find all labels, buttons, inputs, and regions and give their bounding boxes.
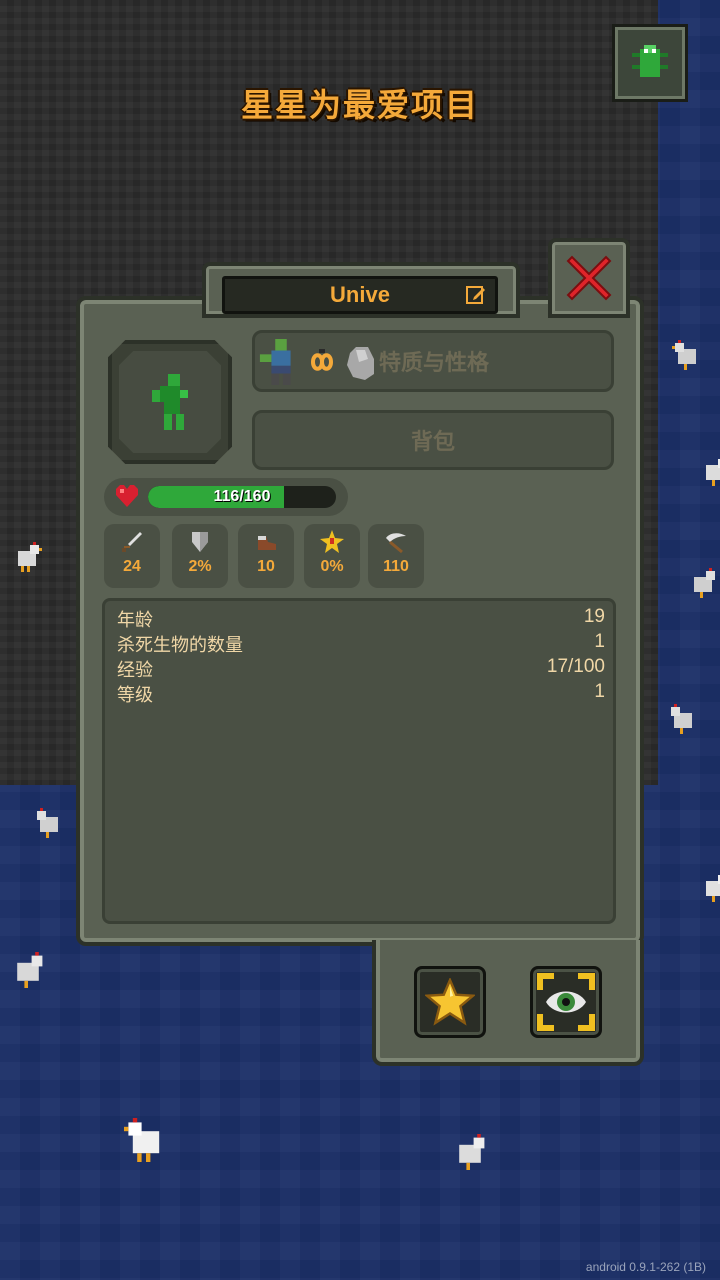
- selected-creature-button[interactable]: [612, 24, 688, 102]
- chicken-icon[interactable]: [672, 340, 702, 370]
- close-button[interactable]: [548, 238, 630, 318]
- info-row-kills: 杀死生物的数量 1: [117, 631, 605, 656]
- info-row-level: 等级 1: [117, 681, 605, 706]
- stat-armor[interactable]: 2%: [172, 524, 228, 588]
- info-label: 杀死生物的数量: [117, 635, 243, 656]
- favorite-star-button[interactable]: [414, 966, 486, 1038]
- chicken-icon[interactable]: [124, 1118, 168, 1162]
- stat-damage[interactable]: 24: [104, 524, 160, 588]
- traits-label: 特质与性格: [379, 350, 490, 376]
- unit-avatar-icon: [152, 374, 188, 430]
- stone-icon: [347, 347, 374, 380]
- stat-value: 10: [257, 558, 275, 575]
- backpack-button[interactable]: 背包: [252, 410, 614, 470]
- chicken-icon[interactable]: [688, 568, 718, 598]
- infinity-icon: [310, 349, 334, 371]
- critical-star-icon: [320, 530, 344, 553]
- stat-critical[interactable]: 0%: [304, 524, 360, 588]
- close-icon: [566, 255, 612, 301]
- star-icon: [425, 978, 475, 1026]
- health-bar: 116/160: [148, 486, 336, 508]
- green-bug-icon: [632, 45, 668, 77]
- follow-camera-button[interactable]: [530, 966, 602, 1038]
- edit-icon[interactable]: [465, 284, 487, 306]
- boot-icon: [258, 536, 276, 550]
- sword-icon: [122, 532, 142, 552]
- chicken-icon[interactable]: [700, 872, 720, 902]
- health-display: 116/160: [104, 478, 348, 516]
- info-value: 1: [594, 631, 605, 652]
- heart-icon: [116, 485, 138, 507]
- chicken-icon[interactable]: [34, 808, 64, 838]
- eye-focus-icon: [537, 973, 595, 1031]
- stat-speed[interactable]: 10: [238, 524, 294, 588]
- stat-value: 110: [383, 558, 409, 575]
- chicken-icon[interactable]: [12, 542, 42, 572]
- stat-attack-speed[interactable]: 110: [368, 524, 424, 588]
- chicken-icon[interactable]: [452, 1134, 488, 1170]
- info-row-age: 年龄 19: [117, 606, 605, 631]
- stat-value: 24: [123, 558, 141, 575]
- unit-name: Unive: [330, 282, 390, 307]
- info-value: 19: [583, 606, 605, 627]
- stat-value: 2%: [188, 558, 212, 575]
- info-row-experience: 经验 17/100: [117, 656, 605, 681]
- scythe-icon: [386, 533, 406, 554]
- info-value: 17/100: [546, 656, 605, 677]
- health-text: 116/160: [213, 488, 271, 505]
- chicken-icon[interactable]: [10, 952, 46, 988]
- chicken-icon[interactable]: [668, 704, 698, 734]
- info-label: 年龄: [117, 610, 153, 631]
- backpack-label: 背包: [410, 429, 455, 455]
- info-value: 1: [594, 681, 605, 702]
- unit-name-field[interactable]: Unive: [222, 276, 498, 314]
- version-label: android 0.9.1-262 (1B): [585, 1260, 706, 1274]
- zombie-icon: [259, 339, 291, 385]
- info-label: 等级: [117, 685, 153, 706]
- shield-icon: [192, 532, 208, 552]
- info-label: 经验: [117, 660, 153, 681]
- panel-action-area: [372, 940, 644, 1066]
- traits-button[interactable]: 特质与性格: [252, 330, 614, 392]
- unit-portrait[interactable]: [108, 340, 232, 464]
- unit-info-list: 年龄 19 杀死生物的数量 1 经验 17/100 等级 1: [102, 598, 616, 924]
- chicken-icon[interactable]: [700, 456, 720, 486]
- stat-value: 0%: [320, 558, 344, 575]
